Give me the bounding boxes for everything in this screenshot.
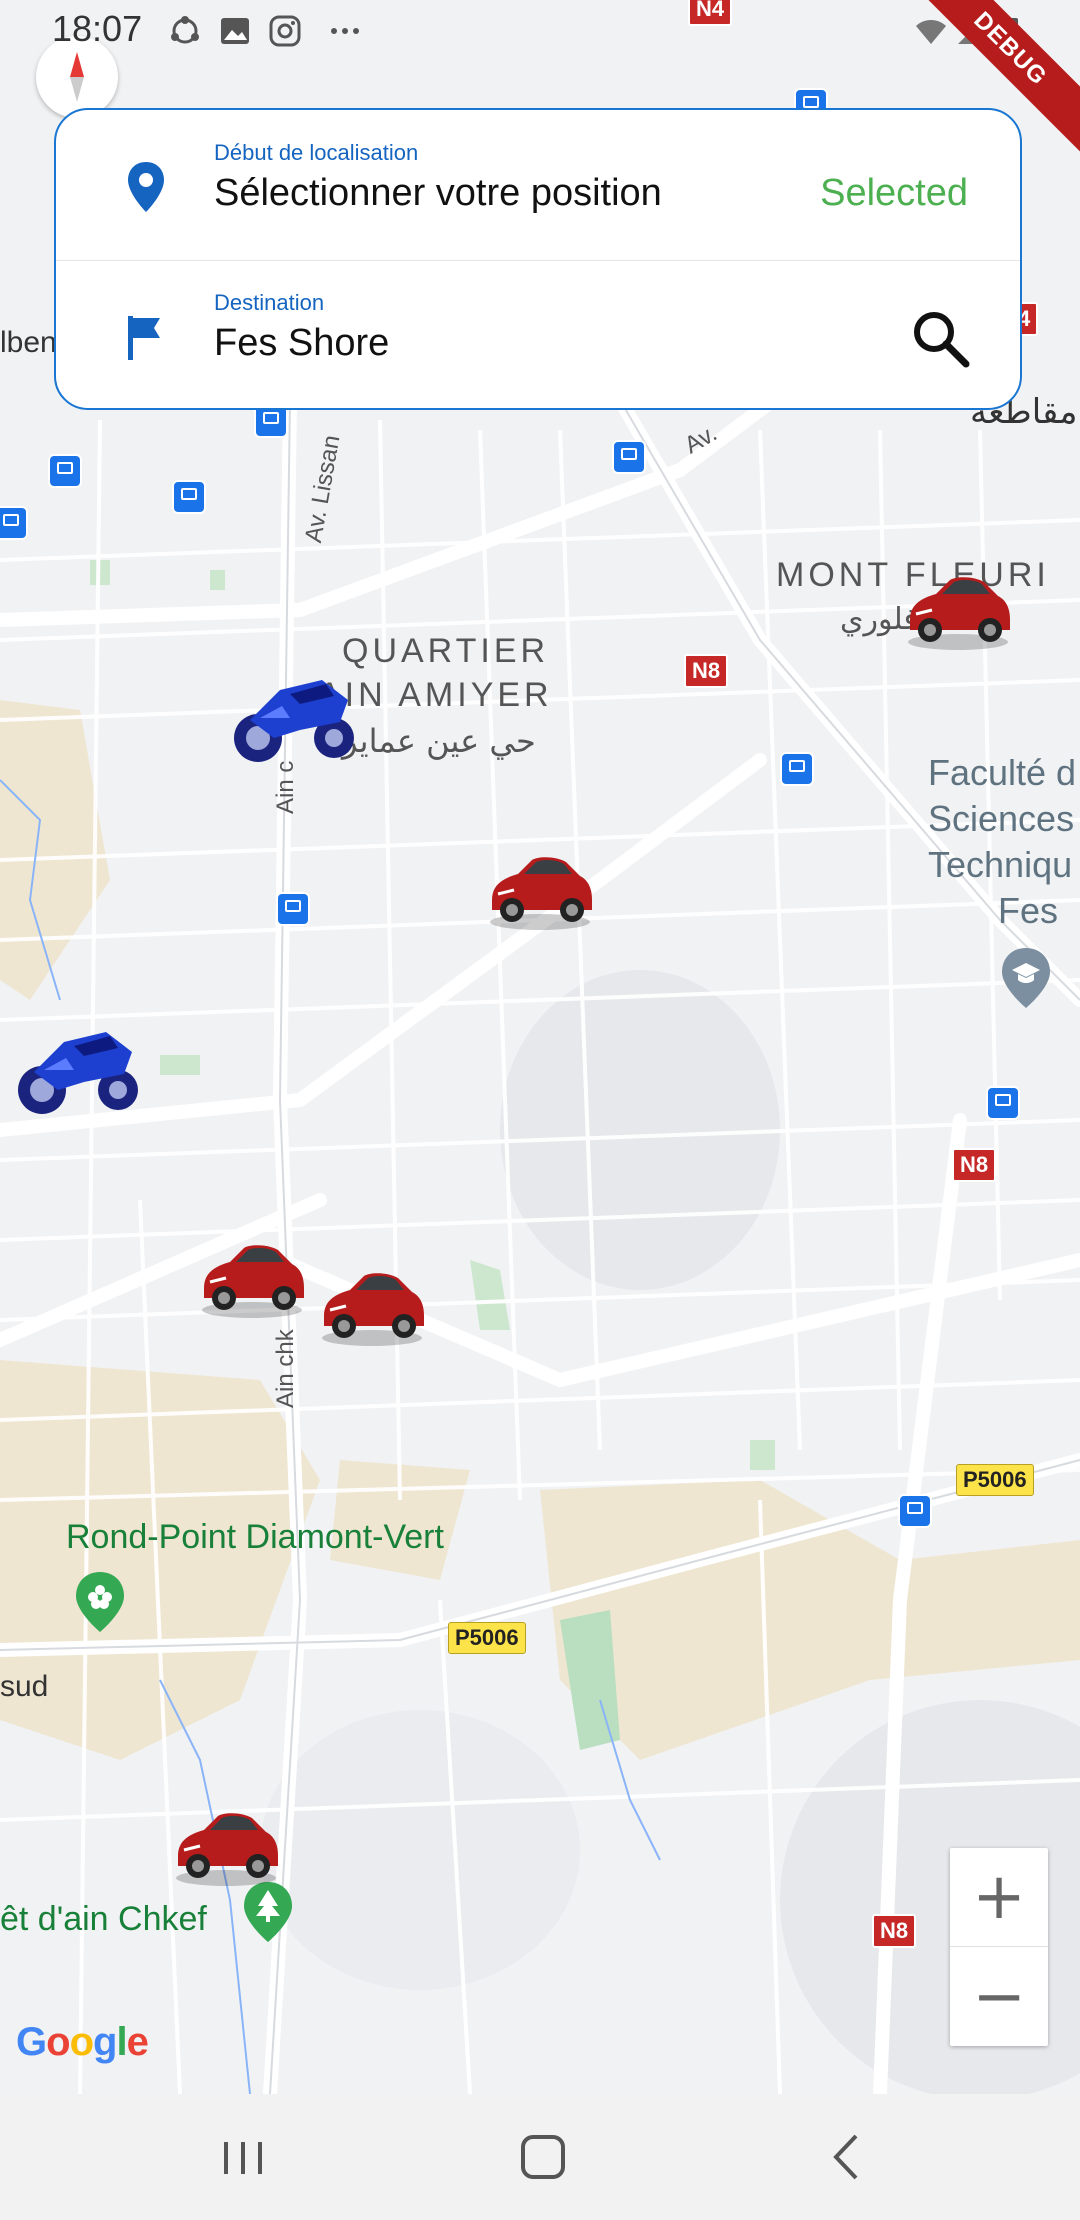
road-shield: P5006	[448, 1622, 526, 1654]
sync-icon	[171, 16, 199, 44]
start-location-label: Début de localisation	[214, 140, 419, 165]
red-car-marker[interactable]	[484, 838, 596, 939]
map-label: Techniqu	[928, 844, 1073, 885]
bus-stop-icon[interactable]	[48, 454, 82, 488]
wifi-icon	[916, 20, 946, 44]
more-icon	[331, 28, 359, 34]
status-time: 18:07	[52, 8, 143, 49]
road-shield: N8	[952, 1148, 997, 1182]
bus-stop-icon[interactable]	[0, 506, 28, 540]
search-icon[interactable]	[908, 306, 972, 370]
gallery-icon	[221, 18, 249, 44]
start-location-row[interactable]: Début de localisation Sélectionner votre…	[56, 110, 1020, 261]
red-car-marker[interactable]	[196, 1226, 308, 1327]
route-search-card: Début de localisation Sélectionner votre…	[54, 108, 1022, 410]
map-label: sud	[0, 1670, 49, 1703]
destination-row[interactable]: Destination Fes Shore	[56, 260, 1020, 410]
start-location-value[interactable]: Sélectionner votre position	[214, 172, 662, 215]
instagram-icon	[269, 15, 301, 47]
system-nav-bar	[0, 2094, 1080, 2220]
red-car-marker[interactable]	[902, 558, 1014, 659]
map-label: Rond-Point Diamont-Vert	[66, 1518, 444, 1556]
map-label: Sciences	[928, 798, 1075, 839]
map-label: lben	[0, 326, 57, 359]
bus-stop-icon[interactable]	[172, 480, 206, 514]
back-icon[interactable]	[812, 2122, 882, 2192]
status-bar: 18:07	[0, 0, 1080, 64]
flag-icon	[128, 316, 160, 360]
blue-motorcycle-marker[interactable]	[230, 660, 360, 775]
map-label: حي عين عماير	[342, 722, 536, 760]
zoom-in-button[interactable]: +	[950, 1848, 1048, 1947]
blue-motorcycle-marker[interactable]	[14, 1012, 144, 1127]
road-shield: N8	[872, 1914, 917, 1948]
road-shield: N8	[684, 654, 729, 688]
home-icon[interactable]	[508, 2122, 578, 2192]
destination-field[interactable]: Fes Shore	[214, 322, 389, 365]
bus-stop-icon[interactable]	[986, 1086, 1020, 1120]
bus-stop-icon[interactable]	[898, 1494, 932, 1528]
bus-stop-icon[interactable]	[612, 440, 646, 474]
red-car-marker[interactable]	[316, 1254, 428, 1355]
start-status-text: Selected	[820, 172, 968, 214]
zoom-out-button[interactable]: −	[950, 1948, 1048, 2046]
red-car-marker[interactable]	[170, 1794, 282, 1895]
map-label: êt d'ain Chkef	[0, 1900, 207, 1938]
university-icon[interactable]	[1000, 946, 1052, 1010]
map-label: Fes	[998, 890, 1059, 931]
bus-stop-icon[interactable]	[276, 892, 310, 926]
park-icon[interactable]	[74, 1570, 126, 1634]
google-logo: Google	[16, 2020, 149, 2064]
recent-apps-icon[interactable]	[208, 2122, 278, 2192]
map-label: Ain chk	[272, 1329, 299, 1408]
map-label: QUARTIER	[342, 632, 550, 670]
zoom-controls: + −	[950, 1848, 1048, 2046]
bus-stop-icon[interactable]	[780, 752, 814, 786]
road-shield: P5006	[956, 1464, 1034, 1496]
destination-label: Destination	[214, 290, 325, 315]
location-pin-icon	[128, 162, 164, 212]
map-label: Faculté d	[928, 752, 1077, 793]
